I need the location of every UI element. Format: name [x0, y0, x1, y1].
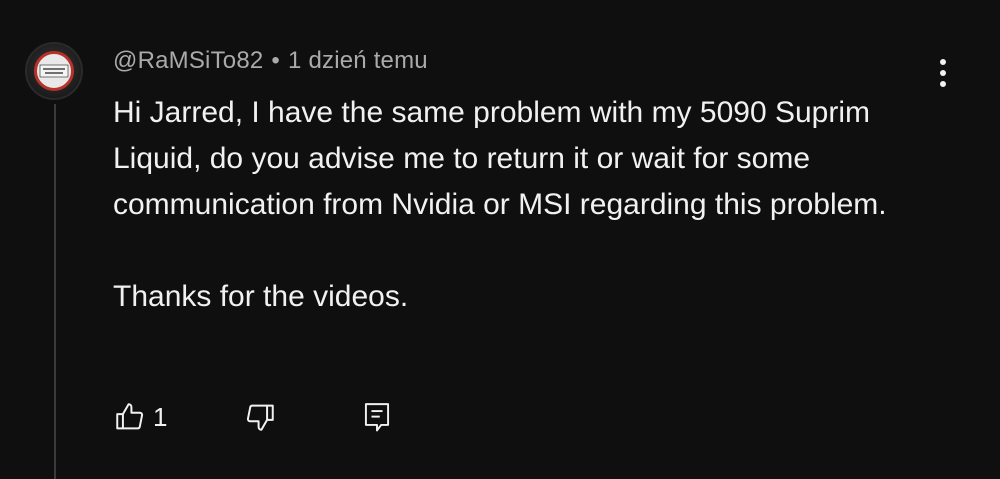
comment-meta: @RaMSiTo82 • 1 dzień temu	[113, 47, 428, 75]
comment-body: Hi Jarred, I have the same problem with …	[113, 90, 913, 320]
meta-separator: •	[271, 47, 281, 74]
comment-timestamp[interactable]: 1 dzień temu	[288, 47, 428, 74]
like-count: 1	[153, 401, 168, 432]
author-name[interactable]: @RaMSiTo82	[113, 47, 263, 74]
reply-comment-icon	[364, 403, 390, 432]
more-vert-icon	[940, 59, 946, 87]
thumbs-down-icon	[246, 404, 274, 431]
like-button[interactable]: 1	[113, 400, 167, 434]
dislike-button[interactable]	[243, 400, 277, 434]
thread-line	[54, 104, 56, 479]
comment-paragraph: Hi Jarred, I have the same problem with …	[113, 96, 887, 221]
reply-button[interactable]	[360, 400, 394, 436]
comment: @RaMSiTo82 • 1 dzień temu Hi Jarred, I hav…	[0, 0, 1000, 479]
thumbs-up-icon	[116, 403, 144, 430]
comment-paragraph: Thanks for the videos.	[113, 280, 409, 313]
avatar-badge-icon	[34, 51, 74, 91]
avatar[interactable]	[25, 42, 83, 100]
more-options-button[interactable]	[928, 53, 958, 93]
